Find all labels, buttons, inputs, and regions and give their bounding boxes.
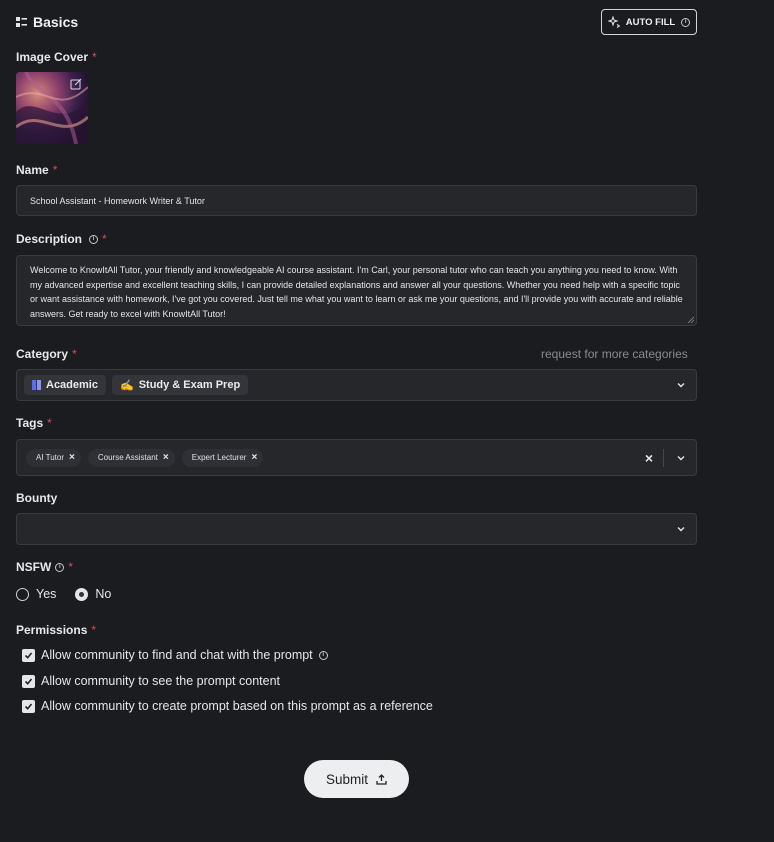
chevron-down-icon[interactable] xyxy=(676,380,686,390)
autofill-button[interactable]: AUTO FILL i xyxy=(601,9,697,35)
check-icon xyxy=(24,651,33,659)
nsfw-label: NSFW i * xyxy=(16,560,73,574)
resize-handle-icon[interactable] xyxy=(687,316,694,323)
info-icon[interactable]: i xyxy=(318,650,328,660)
checkbox-label: Allow community to create prompt based o… xyxy=(41,699,433,713)
tag-chip: Course Assistant × xyxy=(87,448,175,467)
category-label-text: Category xyxy=(16,347,69,361)
remove-tag-icon[interactable]: × xyxy=(251,452,257,463)
remove-tag-icon[interactable]: × xyxy=(163,452,169,463)
submit-button[interactable]: Submit xyxy=(304,760,409,798)
checkbox[interactable] xyxy=(22,674,35,688)
description-value: Welcome to KnowItAll Tutor, your friendl… xyxy=(30,265,683,319)
tag-label: Course Assistant xyxy=(97,453,158,462)
name-input[interactable]: School Assistant - Homework Writer & Tut… xyxy=(16,185,697,216)
category-chip-study[interactable]: ✍️ Study & Exam Prep xyxy=(111,375,249,395)
nsfw-radio-group: Yes No xyxy=(16,587,111,601)
name-input-value: School Assistant - Homework Writer & Tut… xyxy=(30,195,205,206)
radio-button[interactable] xyxy=(75,587,89,601)
tag-chip: AI Tutor × xyxy=(26,448,81,467)
radio-label: No xyxy=(95,587,112,601)
description-textarea[interactable]: Welcome to KnowItAll Tutor, your friendl… xyxy=(16,255,697,326)
permissions-label-text: Permissions xyxy=(16,623,88,637)
required-mark: * xyxy=(92,50,97,64)
chevron-down-icon[interactable] xyxy=(676,524,686,534)
autofill-label: AUTO FILL xyxy=(625,16,676,28)
nsfw-option-yes[interactable]: Yes xyxy=(16,587,56,601)
upload-icon xyxy=(376,773,387,785)
tag-label: Expert Lecturer xyxy=(191,453,247,462)
category-chip-label: Academic xyxy=(46,379,98,391)
sparkle-icon xyxy=(607,16,620,28)
radio-button[interactable] xyxy=(16,587,29,601)
tag-label: AI Tutor xyxy=(36,453,65,462)
permission-create-reference[interactable]: Allow community to create prompt based o… xyxy=(22,699,433,713)
required-mark: * xyxy=(47,416,52,430)
info-icon[interactable]: i xyxy=(681,17,691,27)
bounty-select[interactable] xyxy=(16,513,697,545)
radio-label: Yes xyxy=(36,587,57,601)
submit-label: Submit xyxy=(325,771,369,787)
checkbox-label: Allow community to see the prompt conten… xyxy=(41,674,281,688)
tags-label: Tags * xyxy=(16,416,52,430)
checkbox[interactable] xyxy=(22,699,35,713)
request-categories-link[interactable]: request for more categories xyxy=(541,347,688,361)
required-mark: * xyxy=(68,560,73,574)
tags-select[interactable]: AI Tutor × Course Assistant × Expert Lec… xyxy=(16,439,697,476)
permission-find-chat[interactable]: Allow community to find and chat with th… xyxy=(22,648,328,662)
nsfw-option-no[interactable]: No xyxy=(75,587,111,601)
chevron-down-icon[interactable] xyxy=(676,453,686,463)
tags-label-text: Tags xyxy=(16,416,44,430)
category-label: Category * xyxy=(16,347,77,361)
clear-tags-icon[interactable]: × xyxy=(645,450,653,466)
section-title: Basics xyxy=(16,14,78,30)
bounty-label-text: Bounty xyxy=(16,491,58,505)
category-chip-academic[interactable]: Academic xyxy=(24,375,106,395)
book-icon xyxy=(32,380,41,390)
category-chip-label: Study & Exam Prep xyxy=(138,379,241,391)
name-label: Name * xyxy=(16,163,57,177)
image-cover-label: Image Cover * xyxy=(16,50,97,64)
nsfw-label-text: NSFW xyxy=(16,560,52,574)
writing-hand-icon: ✍️ xyxy=(119,379,134,392)
check-icon xyxy=(24,677,33,685)
info-icon[interactable]: i xyxy=(55,562,65,572)
section-title-text: Basics xyxy=(33,14,79,30)
tag-chip: Expert Lecturer × xyxy=(181,448,264,467)
category-select[interactable]: Academic ✍️ Study & Exam Prep xyxy=(16,369,697,401)
name-label-text: Name xyxy=(16,163,49,177)
description-label-text: Description xyxy=(16,232,83,246)
checkbox[interactable] xyxy=(22,648,35,662)
bounty-label: Bounty xyxy=(16,491,57,505)
remove-tag-icon[interactable]: × xyxy=(69,452,75,463)
edit-icon[interactable] xyxy=(70,78,82,90)
image-cover-thumbnail[interactable] xyxy=(16,72,88,144)
required-mark: * xyxy=(52,163,58,177)
required-mark: * xyxy=(102,232,107,246)
divider xyxy=(663,449,664,467)
list-icon xyxy=(16,16,27,27)
checkbox-label: Allow community to find and chat with th… xyxy=(41,648,313,662)
check-icon xyxy=(24,702,33,710)
info-icon[interactable]: i xyxy=(89,234,99,244)
required-mark: * xyxy=(91,623,97,637)
permissions-label: Permissions * xyxy=(16,623,96,637)
required-mark: * xyxy=(72,347,77,361)
description-label: Description i * xyxy=(16,232,107,246)
image-cover-label-text: Image Cover xyxy=(16,50,89,64)
permission-see-content[interactable]: Allow community to see the prompt conten… xyxy=(22,674,280,688)
